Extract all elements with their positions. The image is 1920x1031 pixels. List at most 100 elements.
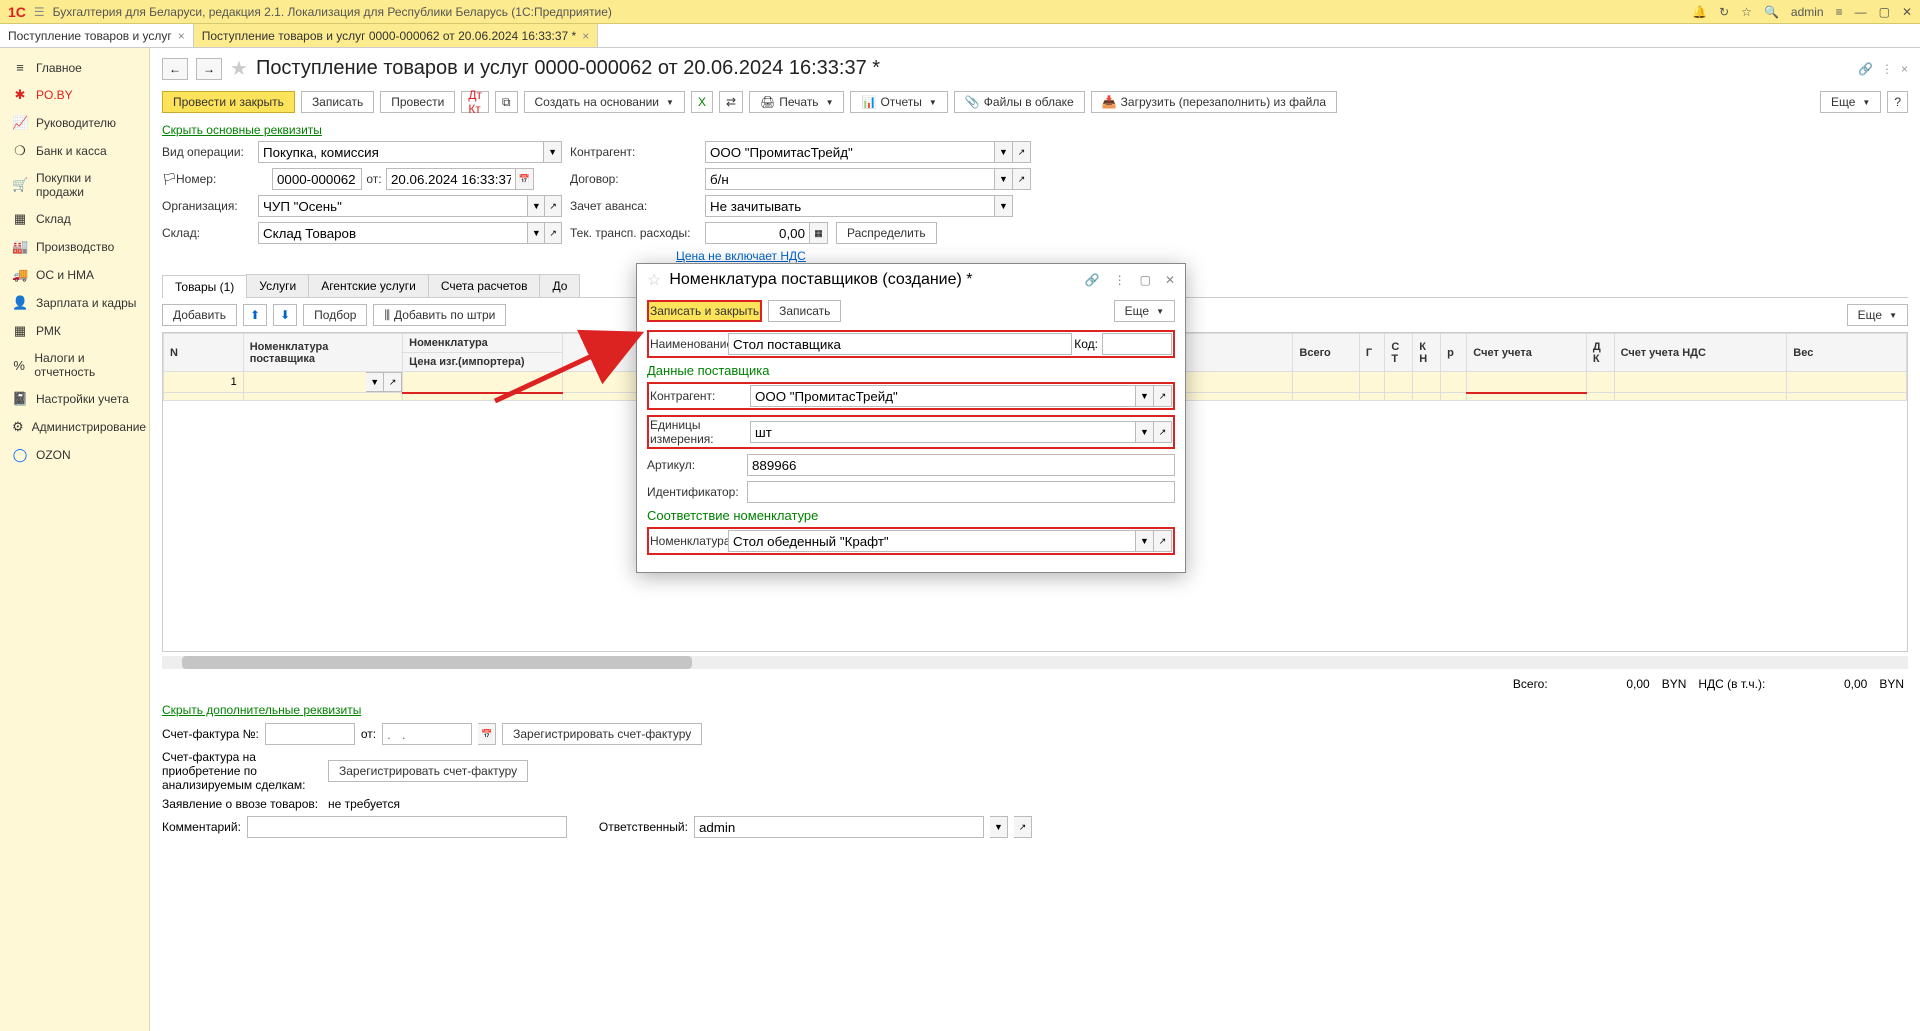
close-icon[interactable]: ×: [582, 29, 589, 43]
org-input[interactable]: [258, 195, 528, 217]
tab-receipts-list[interactable]: Поступление товаров и услуг ×: [0, 24, 194, 47]
post-button[interactable]: Провести: [380, 91, 455, 113]
save-button[interactable]: Записать: [301, 91, 374, 113]
sidebar-item-warehouse[interactable]: ▦Склад: [0, 205, 149, 233]
sidebar-item-bank[interactable]: ❍Банк и касса: [0, 137, 149, 165]
cell-nom[interactable]: [403, 372, 562, 393]
star-icon[interactable]: ☆: [1741, 5, 1752, 19]
close-icon[interactable]: ×: [178, 29, 185, 43]
search-icon[interactable]: 🔍: [1764, 5, 1779, 19]
calendar-icon[interactable]: 📅: [478, 723, 496, 745]
advance-input[interactable]: [705, 195, 995, 217]
open-icon[interactable]: ↗: [384, 372, 402, 392]
maximize-icon[interactable]: ▢: [1140, 273, 1151, 287]
sidebar-item-production[interactable]: 🏭Производство: [0, 233, 149, 261]
contract-input[interactable]: [705, 168, 995, 190]
subtab-goods[interactable]: Товары (1): [162, 275, 247, 298]
dropdown-icon[interactable]: ▼: [995, 168, 1013, 190]
move-down-button[interactable]: ⬇: [273, 304, 297, 326]
register-invoice2-button[interactable]: Зарегистрировать счет-фактуру: [328, 760, 528, 782]
modal-code-input[interactable]: [1102, 333, 1172, 355]
user-label[interactable]: admin: [1791, 5, 1824, 19]
open-icon[interactable]: ↗: [1154, 385, 1172, 407]
sidebar-item-manager[interactable]: 📈Руководителю: [0, 109, 149, 137]
modal-name-input[interactable]: [728, 333, 1072, 355]
print-button[interactable]: 🖨 Печать▼: [749, 91, 844, 113]
modal-id-input[interactable]: [747, 481, 1175, 503]
help-button[interactable]: ?: [1887, 91, 1908, 113]
subtab-additional[interactable]: До: [539, 274, 580, 297]
modal-counterparty-input[interactable]: [750, 385, 1136, 407]
excel-button[interactable]: X: [691, 91, 713, 113]
dropdown-icon[interactable]: ▼: [528, 195, 545, 217]
dropdown-icon[interactable]: ▼: [1136, 530, 1154, 552]
hide-props-link[interactable]: Скрыть основные реквизиты: [162, 123, 322, 137]
date-input[interactable]: [386, 168, 516, 190]
history-icon[interactable]: ↻: [1719, 5, 1729, 19]
subtab-services[interactable]: Услуги: [246, 274, 309, 297]
sidebar-item-salary[interactable]: 👤Зарплата и кадры: [0, 289, 149, 317]
menu-icon[interactable]: ⋮: [1881, 62, 1893, 76]
number-input[interactable]: [272, 168, 362, 190]
settings-icon[interactable]: ≡: [1836, 5, 1843, 19]
dropdown-icon[interactable]: ▼: [528, 222, 545, 244]
move-up-button[interactable]: ⬆: [243, 304, 267, 326]
warehouse-input[interactable]: [258, 222, 528, 244]
dropdown-icon[interactable]: ▼: [544, 141, 562, 163]
add-barcode-button[interactable]: ⫼ Добавить по штри: [373, 304, 506, 326]
more-button[interactable]: Еще▼: [1820, 91, 1881, 113]
reports-button[interactable]: 📊 Отчеты▼: [850, 91, 947, 113]
distribute-button[interactable]: Распределить: [836, 222, 937, 244]
modal-save-button[interactable]: Записать: [768, 300, 841, 322]
sidebar-item-main[interactable]: ≡Главное: [0, 54, 149, 81]
forward-button[interactable]: →: [196, 58, 222, 80]
open-icon[interactable]: ↗: [1013, 168, 1031, 190]
sidebar-item-purchases[interactable]: 🛒Покупки и продажи: [0, 165, 149, 205]
sidebar-item-taxes[interactable]: %Налоги и отчетность: [0, 345, 149, 385]
sidebar-item-assets[interactable]: 🚚ОС и НМА: [0, 261, 149, 289]
subtab-agent[interactable]: Агентские услуги: [308, 274, 429, 297]
dt-kt-button[interactable]: ДтКт: [461, 91, 489, 113]
modal-unit-input[interactable]: [750, 421, 1136, 443]
calc-icon[interactable]: ▦: [810, 222, 828, 244]
menu-icon[interactable]: ⋮: [1114, 273, 1126, 287]
hide-additional-link[interactable]: Скрыть дополнительные реквизиты: [162, 703, 361, 717]
op-type-input[interactable]: [258, 141, 544, 163]
open-icon[interactable]: ↗: [1154, 530, 1172, 552]
comment-input[interactable]: [247, 816, 567, 838]
modal-nom-input[interactable]: [728, 530, 1136, 552]
favorite-icon[interactable]: ★: [230, 56, 248, 81]
modal-article-input[interactable]: [747, 454, 1175, 476]
subtab-accounts[interactable]: Счета расчетов: [428, 274, 541, 297]
sidebar-item-settings[interactable]: 📓Настройки учета: [0, 385, 149, 413]
bell-icon[interactable]: 🔔: [1692, 5, 1707, 19]
transport-input[interactable]: [705, 222, 810, 244]
dropdown-icon[interactable]: ▼: [366, 372, 384, 392]
maximize-icon[interactable]: ▢: [1879, 5, 1890, 19]
cell-supplier-nom[interactable]: ▼↗: [243, 372, 402, 393]
hamburger-icon[interactable]: ☰: [34, 5, 45, 19]
register-invoice-button[interactable]: Зарегистрировать счет-фактуру: [502, 723, 702, 745]
horizontal-scrollbar[interactable]: [162, 656, 1908, 669]
tab-receipt-doc[interactable]: Поступление товаров и услуг 0000-000062 …: [194, 24, 599, 47]
sidebar-item-ozon[interactable]: ◯OZON: [0, 441, 149, 469]
modal-more-button[interactable]: Еще▼: [1114, 300, 1175, 322]
open-icon[interactable]: ↗: [1014, 816, 1032, 838]
dropdown-icon[interactable]: ▼: [1136, 421, 1154, 443]
open-icon[interactable]: ↗: [1013, 141, 1031, 163]
files-button[interactable]: 📎 Файлы в облаке: [954, 91, 1085, 113]
add-row-button[interactable]: Добавить: [162, 304, 237, 326]
close-icon[interactable]: ✕: [1165, 273, 1175, 287]
calendar-icon[interactable]: 📅: [516, 168, 534, 190]
modal-save-close-button[interactable]: Записать и закрыть: [647, 300, 762, 322]
edi-button[interactable]: ⇄: [719, 91, 743, 113]
structure-button[interactable]: ⧉: [495, 91, 518, 113]
open-icon[interactable]: ↗: [1154, 421, 1172, 443]
open-icon[interactable]: ↗: [545, 222, 562, 244]
post-close-button[interactable]: Провести и закрыть: [162, 91, 295, 113]
dropdown-icon[interactable]: ▼: [1136, 385, 1154, 407]
dropdown-icon[interactable]: ▼: [990, 816, 1008, 838]
price-vat-link[interactable]: Цена не включает НДС: [676, 249, 806, 263]
table-more-button[interactable]: Еще▼: [1847, 304, 1908, 326]
invoice-num-input[interactable]: [265, 723, 355, 745]
